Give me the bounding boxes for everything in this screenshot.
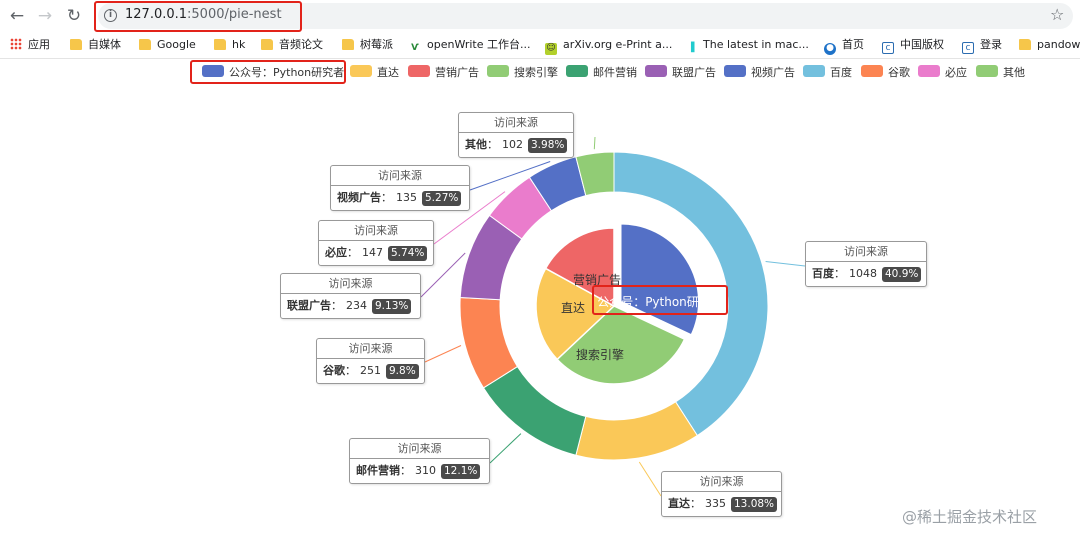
tooltip-value: 335 — [705, 497, 726, 510]
tooltip-other: 访问来源 其他： 102 3.98% — [458, 112, 574, 158]
tooltip-value: 1048 — [849, 267, 877, 280]
tooltip-value: 102 — [502, 138, 523, 151]
tooltip-title: 访问来源 — [281, 274, 420, 294]
tooltip-name: 百度 — [812, 267, 834, 280]
tooltip-value: 135 — [396, 191, 417, 204]
inner-label: 搜索引擎 — [576, 347, 624, 362]
tooltip-name: 直达 — [668, 497, 690, 510]
tooltip-value: 310 — [415, 464, 436, 477]
tooltip-name: 邮件营销 — [356, 464, 400, 477]
tooltip-percent: 5.27% — [422, 191, 462, 206]
inner-label: 公众号：Python研究者 — [597, 294, 723, 309]
outer-slice[interactable] — [482, 365, 587, 456]
tooltip-percent: 5.74% — [388, 246, 428, 261]
tooltip-title: 访问来源 — [459, 113, 573, 133]
inner-label: 直达 — [561, 301, 585, 315]
tooltip-title: 访问来源 — [319, 221, 433, 241]
tooltip-title: 访问来源 — [331, 166, 469, 186]
tooltip-name: 谷歌 — [323, 364, 345, 377]
leader-line — [593, 136, 596, 150]
tooltip-video: 访问来源 视频广告： 135 5.27% — [330, 165, 470, 211]
leader-line — [424, 345, 462, 363]
tooltip-baidu: 访问来源 百度： 1048 40.9% — [805, 241, 927, 287]
tooltip-percent: 3.98% — [528, 138, 568, 153]
tooltip-value: 147 — [362, 246, 383, 259]
tooltip-title: 访问来源 — [350, 439, 489, 459]
inner-label: 营销广告 — [573, 273, 621, 287]
tooltip-percent: 13.08% — [731, 497, 778, 512]
tooltip-name: 其他 — [465, 138, 487, 151]
tooltip-title: 访问来源 — [662, 472, 781, 492]
tooltip-percent: 40.9% — [882, 267, 922, 282]
tooltip-percent: 9.13% — [372, 299, 412, 314]
tooltip-title: 访问来源 — [317, 339, 424, 359]
tooltip-value: 234 — [346, 299, 367, 312]
tooltip-alliance: 访问来源 联盟广告： 234 9.13% — [280, 273, 421, 319]
leader-line — [638, 461, 662, 497]
tooltip-google: 访问来源 谷歌： 251 9.8% — [316, 338, 425, 384]
outer-slice[interactable] — [575, 401, 698, 461]
leader-line — [489, 433, 522, 464]
tooltip-percent: 12.1% — [441, 464, 481, 479]
tooltip-name: 必应 — [325, 246, 347, 259]
tooltip-bing: 访问来源 必应： 147 5.74% — [318, 220, 434, 266]
tooltip-title: 访问来源 — [806, 242, 926, 262]
watermark: @稀土掘金技术社区 — [902, 508, 1038, 526]
tooltip-direct: 访问来源 直达： 335 13.08% — [661, 471, 782, 517]
tooltip-percent: 9.8% — [386, 364, 419, 379]
tooltip-name: 视频广告 — [337, 191, 381, 204]
tooltip-email: 访问来源 邮件营销： 310 12.1% — [349, 438, 490, 484]
tooltip-value: 251 — [360, 364, 381, 377]
tooltip-name: 联盟广告 — [287, 299, 331, 312]
leader-line — [765, 261, 806, 267]
